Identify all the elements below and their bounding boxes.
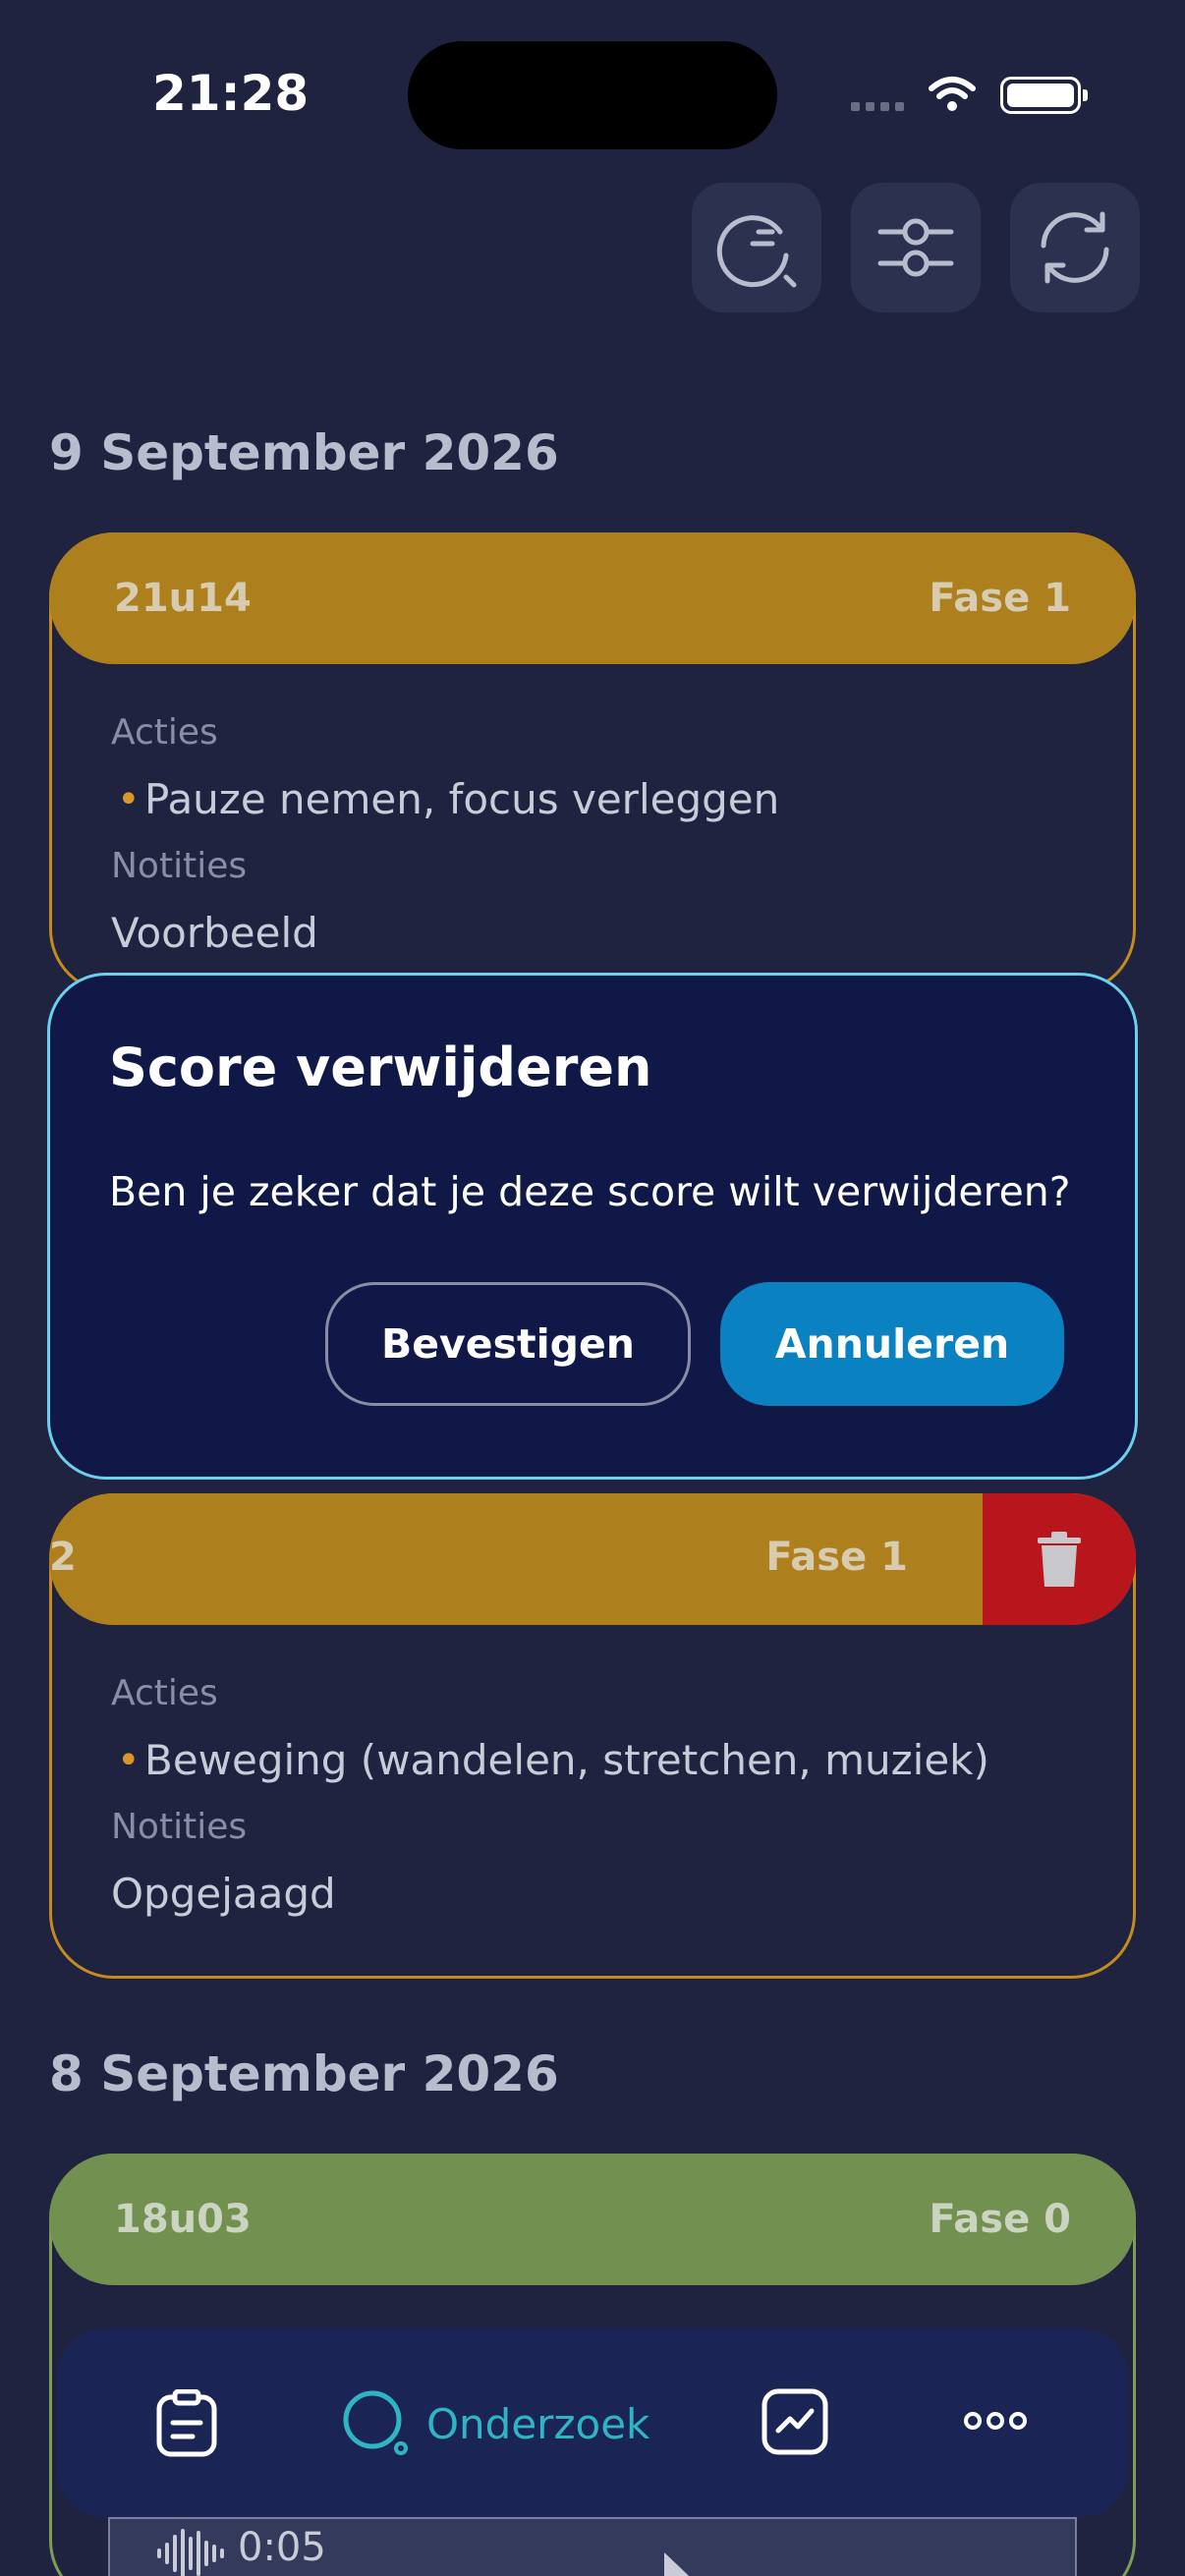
trash-icon	[1038, 1532, 1081, 1587]
note-text: Voorbeeld	[111, 909, 318, 957]
nav-item-stats[interactable]	[761, 2387, 829, 2456]
date-heading: 9 September 2026	[49, 424, 559, 481]
notes-label: Notities	[111, 846, 248, 886]
cancel-button[interactable]: Annuleren	[720, 1282, 1064, 1406]
card-time: 21u14	[114, 576, 252, 621]
timer-search-icon	[716, 215, 797, 288]
refresh-button[interactable]	[1010, 183, 1140, 312]
card-time: 18u03	[114, 2197, 252, 2242]
action-item: Beweging (wandelen, stretchen, muziek)	[144, 1736, 989, 1784]
filter-button[interactable]	[851, 183, 981, 312]
bullet-dot: •	[117, 777, 141, 822]
card-header: 18u03 Fase 0	[49, 2154, 1136, 2285]
audio-player[interactable]: 0:05	[108, 2517, 1077, 2576]
sliders-icon	[877, 218, 954, 277]
date-heading: 8 September 2026	[49, 2045, 559, 2102]
bullet-dot: •	[117, 1738, 141, 1783]
card-header: 21u14 Fase 1	[49, 532, 1136, 664]
card-phase: Fase 1	[929, 576, 1071, 621]
nav-item-more[interactable]	[963, 2407, 1028, 2435]
dynamic-island	[408, 41, 777, 149]
dialog-title: Score verwijderen	[109, 1036, 652, 1098]
card-phase: Fase 1	[765, 1535, 908, 1580]
cellular-signal-icon	[851, 102, 906, 112]
clipboard-icon	[156, 2389, 217, 2457]
battery-icon	[1000, 77, 1081, 114]
battery-cap	[1083, 89, 1088, 101]
waveform-icon	[157, 2529, 224, 2576]
card-phase: Fase 0	[929, 2197, 1071, 2242]
timer-search-button[interactable]	[692, 183, 821, 312]
confirm-button[interactable]: Bevestigen	[325, 1282, 691, 1406]
actions-label: Acties	[111, 1673, 218, 1713]
search-icon	[343, 2390, 408, 2455]
nav-item-onderzoek[interactable]: Onderzoek	[342, 2389, 649, 2458]
status-time: 21:28	[152, 65, 310, 122]
score-card[interactable]: 21u14 Fase 1 Acties • Pauze nemen, focus…	[49, 532, 1136, 994]
card-time: 2	[49, 1535, 77, 1580]
delete-confirm-dialog: Score verwijderen Ben je zeker dat je de…	[47, 973, 1138, 1480]
action-item: Pauze nemen, focus verleggen	[144, 775, 780, 823]
dialog-message: Ben je zeker dat je deze score wilt verw…	[109, 1168, 1071, 1215]
nav-item-log[interactable]	[155, 2389, 218, 2458]
delete-button[interactable]	[983, 1493, 1136, 1625]
note-text: Opgejaagd	[111, 1870, 336, 1918]
bottom-nav: Onderzoek	[57, 2328, 1128, 2517]
audio-duration: 0:05	[238, 2525, 326, 2570]
chart-icon	[762, 2388, 828, 2455]
more-icon	[964, 2412, 1027, 2430]
wifi-icon	[929, 77, 976, 111]
score-card[interactable]: 2 Fase 1 Acties • Beweging (wandelen, st…	[49, 1493, 1136, 1979]
actions-label: Acties	[111, 712, 218, 753]
nav-label-onderzoek: Onderzoek	[426, 2399, 650, 2448]
notes-label: Notities	[111, 1807, 248, 1847]
refresh-icon	[1041, 211, 1109, 284]
play-icon[interactable]	[660, 2552, 709, 2576]
card-header: 2 Fase 1	[49, 1493, 1136, 1625]
